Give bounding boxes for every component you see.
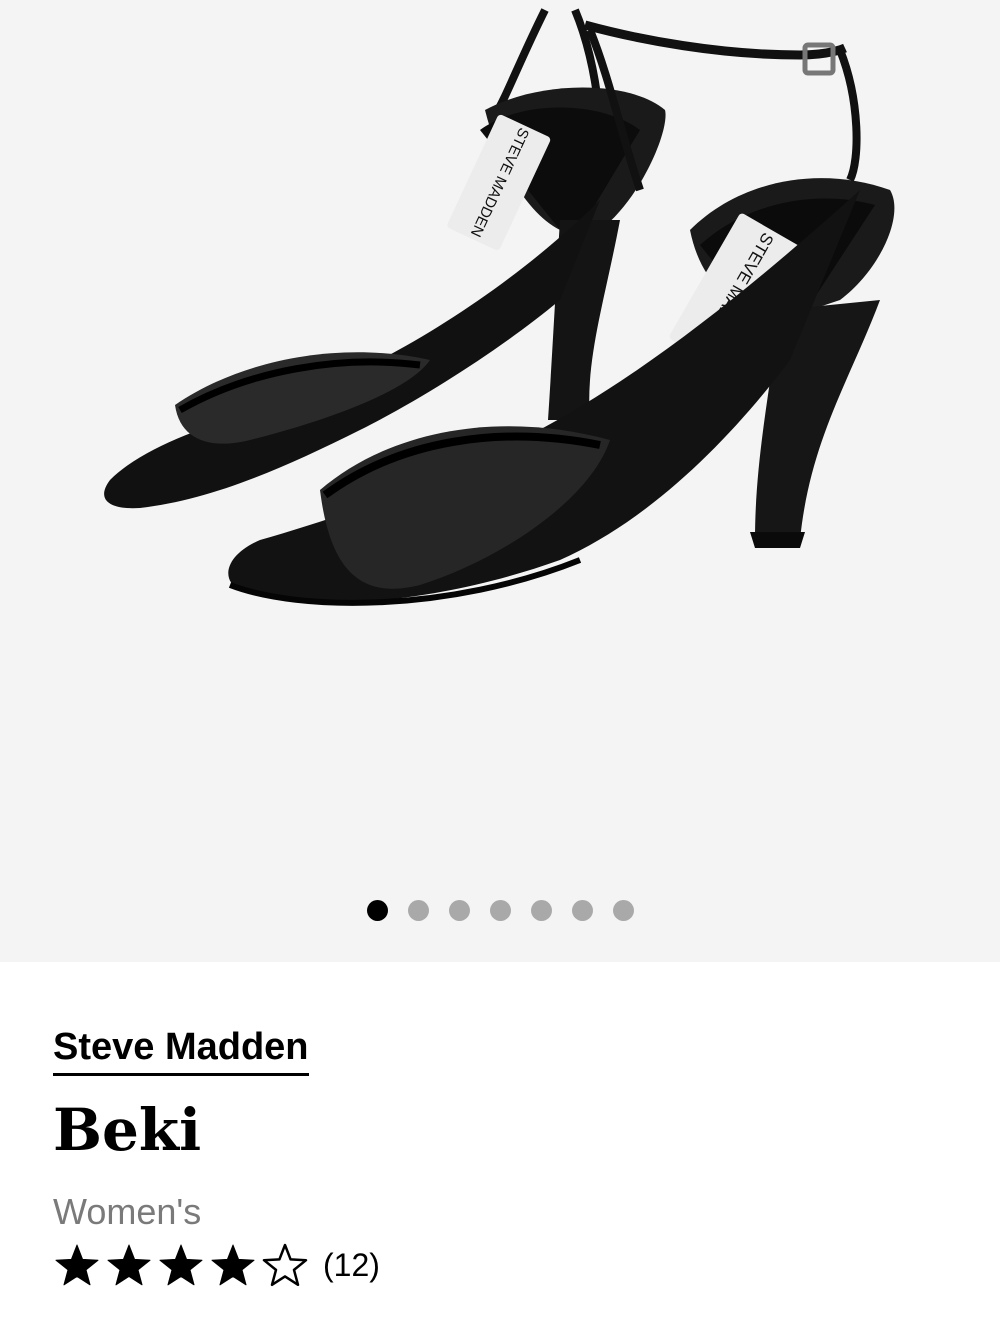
- carousel-dot-2[interactable]: [407, 900, 429, 921]
- product-image-gallery[interactable]: STEVE MADDEN STEVE MADDEN: [0, 0, 1000, 962]
- product-image[interactable]: STEVE MADDEN STEVE MADDEN: [0, 0, 1000, 962]
- brand-link[interactable]: Steve Madden: [53, 1025, 309, 1076]
- star-filled-icon: [211, 1244, 255, 1286]
- star-empty-icon: [262, 1243, 308, 1287]
- star-filled-icon: [107, 1244, 151, 1286]
- product-gender: Women's: [53, 1191, 202, 1232]
- product-title: Beki: [53, 1096, 202, 1164]
- star-filled-icon: [55, 1244, 99, 1286]
- carousel-dot-5[interactable]: [530, 900, 552, 921]
- carousel-dot-3[interactable]: [448, 900, 470, 921]
- rating-stars: [53, 1242, 309, 1288]
- review-count[interactable]: (12): [323, 1247, 380, 1284]
- image-carousel-dots: [0, 900, 1000, 921]
- carousel-dot-4[interactable]: [489, 900, 511, 921]
- carousel-dot-6[interactable]: [571, 900, 593, 921]
- carousel-dot-1[interactable]: [366, 900, 388, 921]
- product-rating[interactable]: (12): [53, 1242, 380, 1288]
- carousel-dot-7[interactable]: [612, 900, 634, 921]
- star-filled-icon: [159, 1244, 203, 1286]
